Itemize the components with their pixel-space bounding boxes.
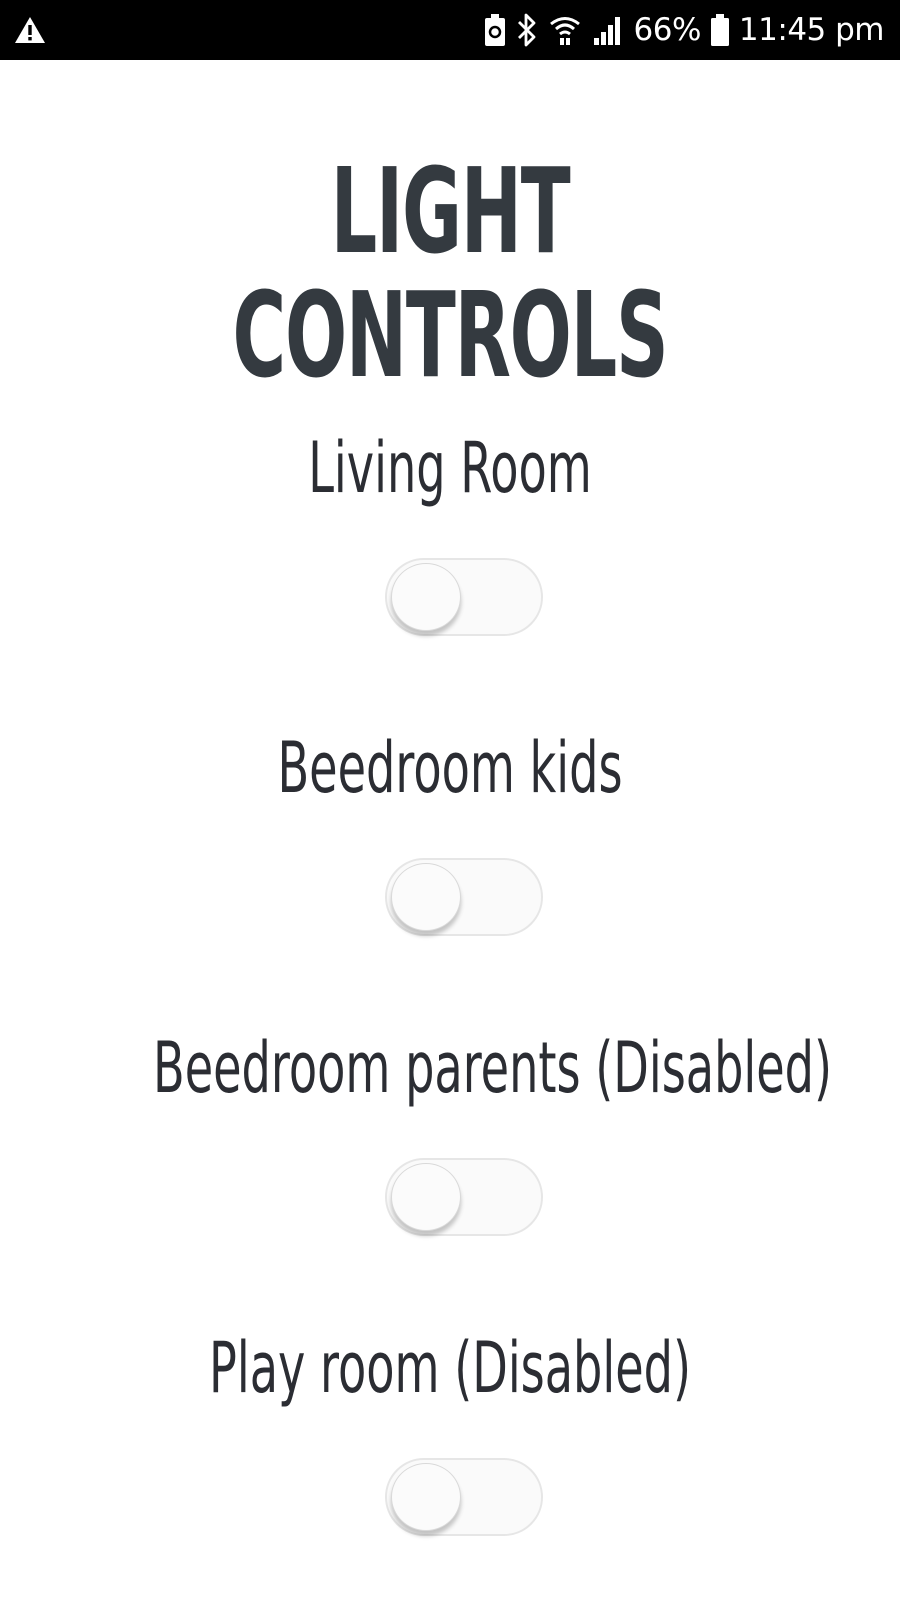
control-bedroom-parents: Beedroom parents (Disabled) [0, 1027, 900, 1236]
battery-icon [710, 14, 729, 46]
clock-time: 11:45 pm [738, 12, 885, 48]
control-label: Beedroom kids [277, 727, 623, 809]
living-room-toggle[interactable] [385, 558, 543, 636]
toggle-knob [391, 563, 461, 631]
toggle-knob [391, 1163, 461, 1231]
toggle-knob [391, 1463, 461, 1531]
wifi-icon [548, 14, 582, 46]
battery-percent: 66% [633, 12, 702, 48]
status-bar: 66% 11:45 pm [0, 0, 900, 60]
control-play-room: Play room (Disabled) [0, 1327, 900, 1536]
control-bedroom-kids: Beedroom kids [0, 727, 900, 936]
status-right-group: 66% 11:45 pm [484, 0, 885, 60]
control-label: Beedroom parents (Disabled) [153, 1027, 833, 1109]
bluetooth-icon [516, 13, 538, 47]
page-title: LIGHT CONTROLS [232, 142, 669, 404]
play-room-toggle[interactable] [385, 1458, 543, 1536]
toggle-knob [391, 863, 461, 931]
control-label: Living Room [308, 427, 592, 509]
warning-icon [14, 16, 46, 44]
bedroom-kids-toggle[interactable] [385, 858, 543, 936]
control-label: Play room (Disabled) [208, 1327, 691, 1409]
bedroom-parents-toggle[interactable] [385, 1158, 543, 1236]
battery-saver-icon [484, 14, 506, 46]
signal-icon [592, 14, 624, 46]
control-living-room: Living Room [0, 427, 900, 636]
